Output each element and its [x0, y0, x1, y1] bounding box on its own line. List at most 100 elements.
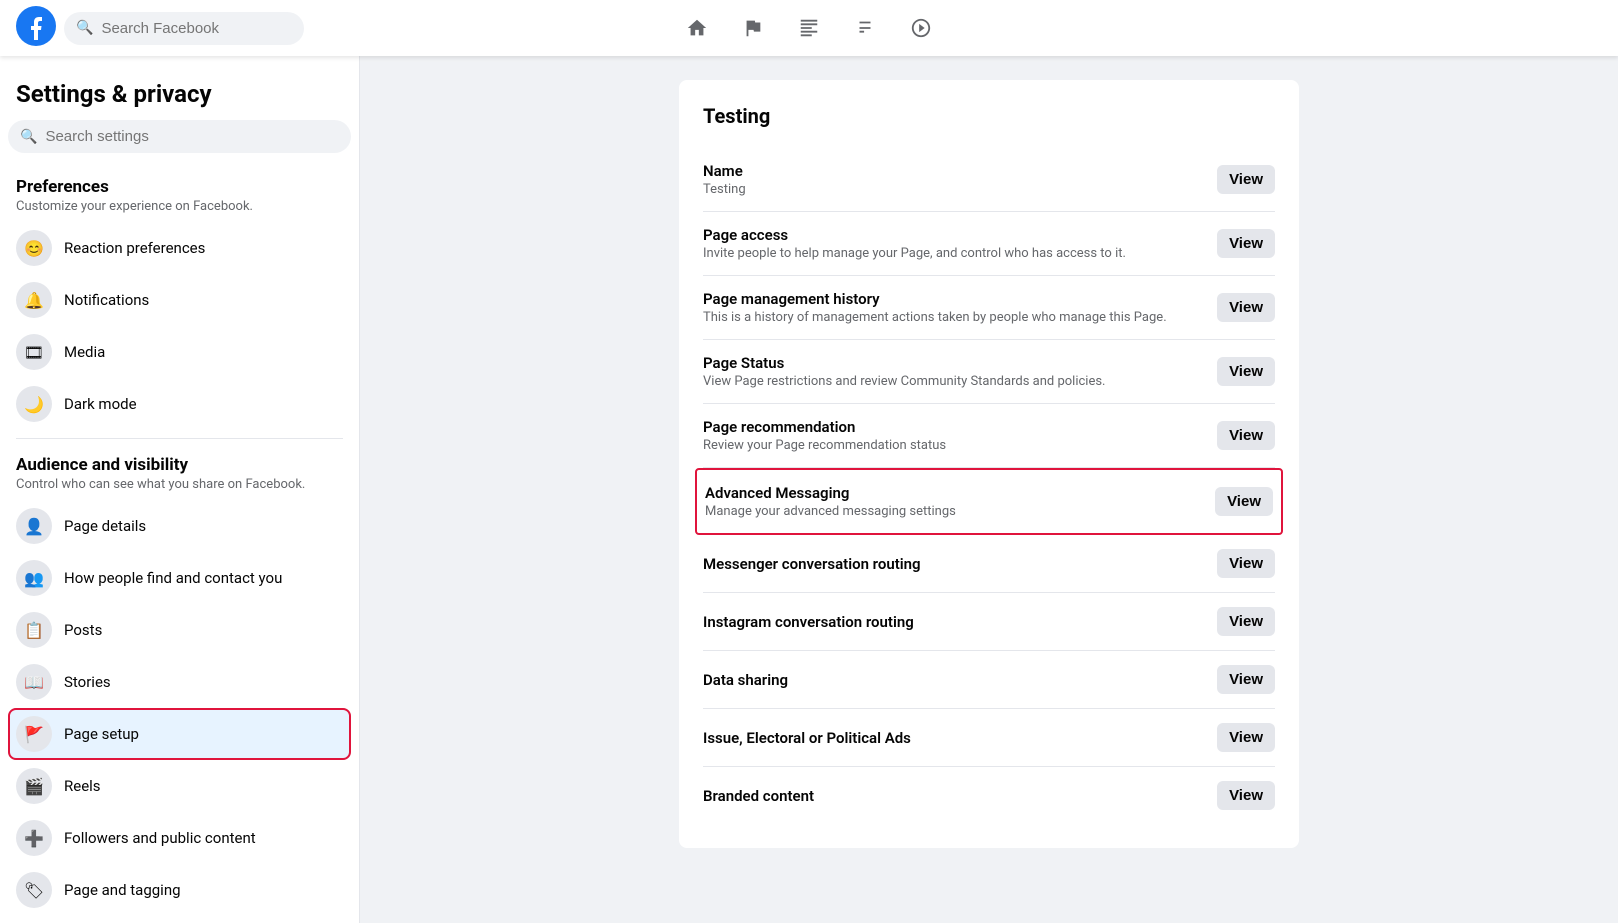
row-desc-page-access: Invite people to help manage your Page, …	[703, 246, 1126, 261]
view-btn-issue-ads[interactable]: View	[1217, 723, 1275, 752]
home-icon[interactable]	[673, 4, 721, 52]
sidebar-item-reaction-preferences[interactable]: 😊 Reaction preferences	[8, 222, 351, 274]
settings-row-page-mgmt-history: Page management history This is a histor…	[703, 276, 1275, 340]
row-desc-page-recommendation: Review your Page recommendation status	[703, 438, 946, 453]
view-btn-page-access[interactable]: View	[1217, 229, 1275, 258]
sidebar-item-stories[interactable]: 📖 Stories	[8, 656, 351, 708]
row-label-branded-content: Branded content	[703, 787, 814, 805]
settings-row-instagram-routing: Instagram conversation routing View	[703, 593, 1275, 651]
settings-row-issue-ads: Issue, Electoral or Political Ads View	[703, 709, 1275, 767]
sidebar-divider	[16, 438, 343, 439]
view-btn-data-sharing[interactable]: View	[1217, 665, 1275, 694]
row-text-branded-content: Branded content	[703, 787, 814, 805]
sidebar-search-icon: 🔍	[20, 129, 37, 145]
sidebar-item-label: Notifications	[64, 291, 149, 309]
view-btn-name[interactable]: View	[1217, 165, 1275, 194]
preferences-section-title: Preferences	[8, 169, 351, 199]
row-label-page-recommendation: Page recommendation	[703, 418, 946, 436]
sidebar-item-media[interactable]: 🎞 Media	[8, 326, 351, 378]
sidebar-item-reels[interactable]: 🎬 Reels	[8, 760, 351, 812]
settings-row-advanced-messaging: Advanced Messaging Manage your advanced …	[695, 468, 1283, 535]
sidebar-item-dark-mode[interactable]: 🌙 Dark mode	[8, 378, 351, 430]
view-btn-page-mgmt-history[interactable]: View	[1217, 293, 1275, 322]
sidebar-item-label: Reels	[64, 777, 101, 795]
view-btn-page-status[interactable]: View	[1217, 357, 1275, 386]
flag-icon[interactable]	[729, 4, 777, 52]
row-label-page-access: Page access	[703, 226, 1126, 244]
panel-title: Testing	[703, 104, 1275, 128]
nav-search-input[interactable]	[101, 20, 292, 37]
row-desc-advanced-messaging: Manage your advanced messaging settings	[705, 504, 956, 519]
audience-section-subtitle: Control who can see what you share on Fa…	[8, 477, 351, 500]
settings-row-page-access: Page access Invite people to help manage…	[703, 212, 1275, 276]
nav-center-icons	[673, 4, 945, 52]
sidebar: Settings & privacy 🔍 Preferences Customi…	[0, 56, 360, 923]
sidebar-item-label: Page and tagging	[64, 881, 181, 899]
notifications-icon: 🔔	[16, 282, 52, 318]
sidebar-item-label: Posts	[64, 621, 102, 639]
sidebar-search-input[interactable]	[45, 128, 339, 145]
view-btn-instagram-routing[interactable]: View	[1217, 607, 1275, 636]
settings-row-name: Name Testing View	[703, 148, 1275, 212]
row-text-instagram-routing: Instagram conversation routing	[703, 613, 914, 631]
view-btn-messenger-routing[interactable]: View	[1217, 549, 1275, 578]
settings-row-data-sharing: Data sharing View	[703, 651, 1275, 709]
row-desc-page-status: View Page restrictions and review Commun…	[703, 374, 1105, 389]
settings-row-messenger-routing: Messenger conversation routing View	[703, 535, 1275, 593]
posts-icon: 📋	[16, 612, 52, 648]
row-text-page-recommendation: Page recommendation Review your Page rec…	[703, 418, 946, 453]
sidebar-item-notifications[interactable]: 🔔 Notifications	[8, 274, 351, 326]
settings-row-page-recommendation: Page recommendation Review your Page rec…	[703, 404, 1275, 468]
page-tagging-icon: 🏷	[16, 872, 52, 908]
sidebar-item-label: How people find and contact you	[64, 569, 282, 587]
sidebar-item-label: Dark mode	[64, 395, 137, 413]
row-desc-page-mgmt-history: This is a history of management actions …	[703, 310, 1167, 325]
sidebar-search-box[interactable]: 🔍	[8, 120, 351, 153]
page-setup-icon: 🚩	[16, 716, 52, 752]
row-text-issue-ads: Issue, Electoral or Political Ads	[703, 729, 911, 747]
view-btn-advanced-messaging[interactable]: View	[1215, 487, 1273, 516]
row-label-messenger-routing: Messenger conversation routing	[703, 555, 921, 573]
row-text-data-sharing: Data sharing	[703, 671, 788, 689]
row-label-name: Name	[703, 162, 746, 180]
sidebar-item-blocking[interactable]: 🚫 Blocking	[8, 916, 351, 923]
row-text-advanced-messaging: Advanced Messaging Manage your advanced …	[705, 484, 956, 519]
sidebar-item-label: Media	[64, 343, 105, 361]
followers-icon: ➕	[16, 820, 52, 856]
how-people-find-icon: 👥	[16, 560, 52, 596]
sidebar-item-followers-public[interactable]: ➕ Followers and public content	[8, 812, 351, 864]
sidebar-item-page-setup[interactable]: 🚩 Page setup	[8, 708, 351, 760]
media-icon: 🎞	[16, 334, 52, 370]
sidebar-item-label: Stories	[64, 673, 111, 691]
sidebar-item-how-people-find[interactable]: 👥 How people find and contact you	[8, 552, 351, 604]
search-icon: 🔍	[76, 20, 93, 36]
megaphone-icon[interactable]	[841, 4, 889, 52]
row-label-page-status: Page Status	[703, 354, 1105, 372]
row-text-page-access: Page access Invite people to help manage…	[703, 226, 1126, 261]
row-text-messenger-routing: Messenger conversation routing	[703, 555, 921, 573]
chart-icon[interactable]	[785, 4, 833, 52]
settings-panel: Testing Name Testing View Page access In…	[679, 80, 1299, 848]
settings-row-branded-content: Branded content View	[703, 767, 1275, 824]
play-icon[interactable]	[897, 4, 945, 52]
view-btn-branded-content[interactable]: View	[1217, 781, 1275, 810]
sidebar-item-page-details[interactable]: 👤 Page details	[8, 500, 351, 552]
sidebar-item-label: Page setup	[64, 725, 139, 743]
audience-section-title: Audience and visibility	[8, 447, 351, 477]
dark-mode-icon: 🌙	[16, 386, 52, 422]
sidebar-title: Settings & privacy	[8, 72, 351, 112]
sidebar-item-label: Page details	[64, 517, 146, 535]
stories-icon: 📖	[16, 664, 52, 700]
settings-row-page-status: Page Status View Page restrictions and r…	[703, 340, 1275, 404]
sidebar-item-posts[interactable]: 📋 Posts	[8, 604, 351, 656]
reaction-preferences-icon: 😊	[16, 230, 52, 266]
row-text-page-status: Page Status View Page restrictions and r…	[703, 354, 1105, 389]
reels-icon: 🎬	[16, 768, 52, 804]
row-label-data-sharing: Data sharing	[703, 671, 788, 689]
row-desc-name: Testing	[703, 182, 746, 197]
sidebar-item-label: Followers and public content	[64, 829, 256, 847]
facebook-logo[interactable]	[16, 6, 56, 50]
view-btn-page-recommendation[interactable]: View	[1217, 421, 1275, 450]
nav-search-box[interactable]: 🔍	[64, 12, 304, 45]
sidebar-item-page-tagging[interactable]: 🏷 Page and tagging	[8, 864, 351, 916]
